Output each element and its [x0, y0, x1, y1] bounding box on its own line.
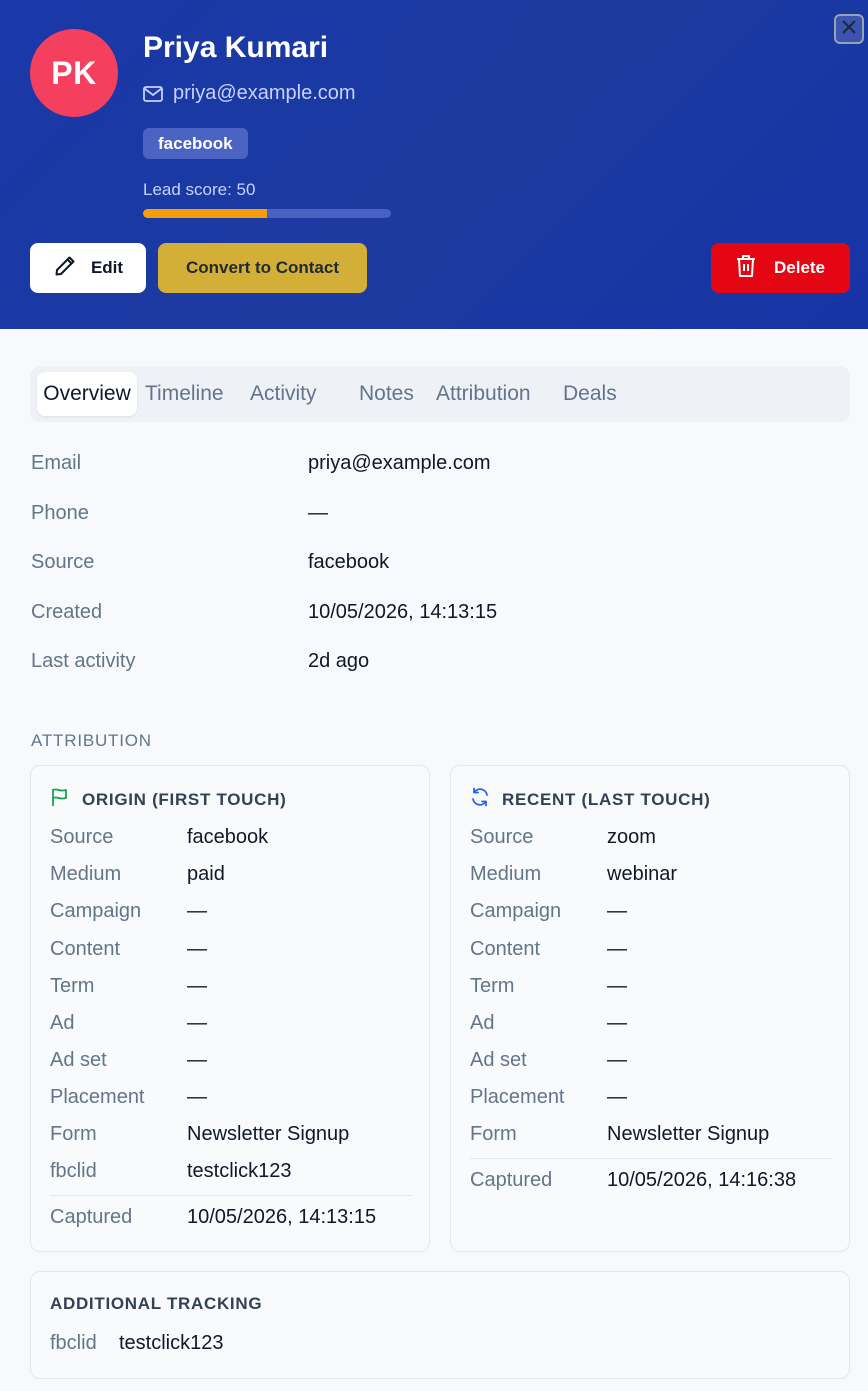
- last-touch-row-label: Term: [470, 975, 515, 997]
- captured-divider: [50, 1195, 412, 1196]
- last-touch-header: RECENT (LAST TOUCH): [470, 787, 710, 812]
- first-touch-row-value: —: [187, 1012, 207, 1034]
- pencil-icon: [53, 254, 77, 283]
- field-label-phone: Phone: [31, 502, 89, 524]
- last-touch-row-label: Ad set: [470, 1049, 527, 1071]
- captured-divider: [470, 1158, 832, 1159]
- first-touch-row-label: Medium: [50, 863, 122, 885]
- convert-to-contact-button[interactable]: Convert to Contact: [158, 243, 367, 293]
- additional-tracking-label: fbclid: [50, 1332, 97, 1354]
- lead-name: Priya Kumari: [143, 31, 329, 64]
- field-value-last-activity: 2d ago: [308, 650, 370, 672]
- lead-score-bar: [143, 209, 391, 218]
- tab-attribution[interactable]: Attribution: [436, 372, 531, 416]
- tab-deals[interactable]: Deals: [563, 372, 617, 416]
- convert-button-label: Convert to Contact: [186, 258, 339, 277]
- close-icon: [841, 19, 857, 40]
- last-touch-row-label: Placement: [470, 1086, 565, 1108]
- first-touch-row-value: facebook: [187, 826, 269, 848]
- flag-icon: [50, 787, 70, 812]
- additional-tracking-card: ADDITIONAL TRACKING fbclid testclick123: [30, 1271, 850, 1379]
- refresh-icon: [470, 787, 490, 812]
- last-touch-card: RECENT (LAST TOUCH) Source zoom Medium w…: [450, 765, 850, 1252]
- lead-email-text: priya@example.com: [173, 82, 356, 104]
- last-touch-row-label: Campaign: [470, 900, 562, 922]
- first-touch-title: ORIGIN (FIRST TOUCH): [82, 789, 287, 809]
- additional-tracking-value: testclick123: [119, 1332, 224, 1354]
- attribution-section-title: ATTRIBUTION: [31, 731, 152, 750]
- last-touch-row-value: Newsletter Signup: [607, 1123, 770, 1145]
- last-touch-captured-label: Captured: [470, 1169, 553, 1191]
- first-touch-row-label: Form: [50, 1123, 97, 1145]
- field-value-created: 10/05/2026, 14:13:15: [308, 601, 498, 623]
- first-touch-row-value: —: [187, 900, 207, 922]
- last-touch-row-value: —: [607, 1086, 627, 1108]
- first-touch-row-label: Campaign: [50, 900, 142, 922]
- last-touch-row-label: Content: [470, 938, 541, 960]
- lead-score-fill: [143, 209, 267, 218]
- tab-timeline[interactable]: Timeline: [145, 372, 224, 416]
- first-touch-row-value: —: [187, 1086, 207, 1108]
- field-value-email: priya@example.com: [308, 452, 491, 474]
- last-touch-row-value: webinar: [607, 863, 678, 885]
- lead-score-label: Lead score: 50: [143, 180, 256, 199]
- first-touch-header: ORIGIN (FIRST TOUCH): [50, 787, 286, 812]
- last-touch-captured-value: 10/05/2026, 14:16:38: [607, 1169, 797, 1191]
- delete-button[interactable]: Delete: [711, 243, 850, 293]
- last-touch-row-label: Form: [470, 1123, 517, 1145]
- tab-bar: Overview Timeline Activity Notes Attribu…: [30, 366, 850, 422]
- last-touch-title: RECENT (LAST TOUCH): [502, 789, 711, 809]
- last-touch-row-value: —: [607, 1012, 627, 1034]
- field-label-created: Created: [31, 601, 103, 623]
- last-touch-row-label: Medium: [470, 863, 542, 885]
- trash-icon: [736, 254, 756, 283]
- first-touch-row-label: Placement: [50, 1086, 145, 1108]
- first-touch-row-label: Ad: [50, 1012, 75, 1034]
- field-value-source: facebook: [308, 551, 390, 573]
- source-badge: facebook: [143, 128, 248, 159]
- last-touch-row-label: Source: [470, 826, 534, 848]
- first-touch-row-value: —: [187, 975, 207, 997]
- first-touch-row-label: Term: [50, 975, 95, 997]
- lead-email: priya@example.com: [143, 82, 356, 105]
- last-touch-row-value: —: [607, 1049, 627, 1071]
- tab-overview[interactable]: Overview: [37, 372, 137, 416]
- field-label-source: Source: [31, 551, 95, 573]
- close-button[interactable]: [834, 14, 864, 44]
- first-touch-row-label: Ad set: [50, 1049, 107, 1071]
- additional-tracking-title: ADDITIONAL TRACKING: [50, 1294, 263, 1313]
- tab-activity[interactable]: Activity: [250, 372, 317, 416]
- mail-icon: [143, 85, 163, 102]
- first-touch-row-value: paid: [187, 863, 225, 885]
- tab-notes[interactable]: Notes: [359, 372, 414, 416]
- edit-button[interactable]: Edit: [30, 243, 146, 293]
- first-touch-row-label: Content: [50, 938, 121, 960]
- first-touch-row-value: Newsletter Signup: [187, 1123, 350, 1145]
- first-touch-card: ORIGIN (FIRST TOUCH) Source facebook Med…: [30, 765, 430, 1252]
- last-touch-row-label: Ad: [470, 1012, 495, 1034]
- avatar: PK: [30, 29, 118, 117]
- first-touch-row-label: Source: [50, 826, 114, 848]
- field-value-phone: —: [308, 502, 328, 524]
- first-touch-captured-label: Captured: [50, 1206, 133, 1228]
- last-touch-row-value: —: [607, 900, 627, 922]
- last-touch-row-value: —: [607, 938, 627, 960]
- last-touch-row-value: zoom: [607, 826, 656, 848]
- first-touch-captured-value: 10/05/2026, 14:13:15: [187, 1206, 377, 1228]
- first-touch-row-value: testclick123: [187, 1160, 292, 1182]
- first-touch-row-value: —: [187, 938, 207, 960]
- first-touch-row-label: fbclid: [50, 1160, 97, 1182]
- last-touch-row-value: —: [607, 975, 627, 997]
- lead-header: PK Priya Kumari priya@example.com facebo…: [0, 0, 868, 329]
- edit-button-label: Edit: [90, 258, 124, 277]
- field-label-email: Email: [31, 452, 82, 474]
- first-touch-row-value: —: [187, 1049, 207, 1071]
- delete-button-label: Delete: [773, 258, 826, 277]
- field-label-last-activity: Last activity: [31, 650, 136, 672]
